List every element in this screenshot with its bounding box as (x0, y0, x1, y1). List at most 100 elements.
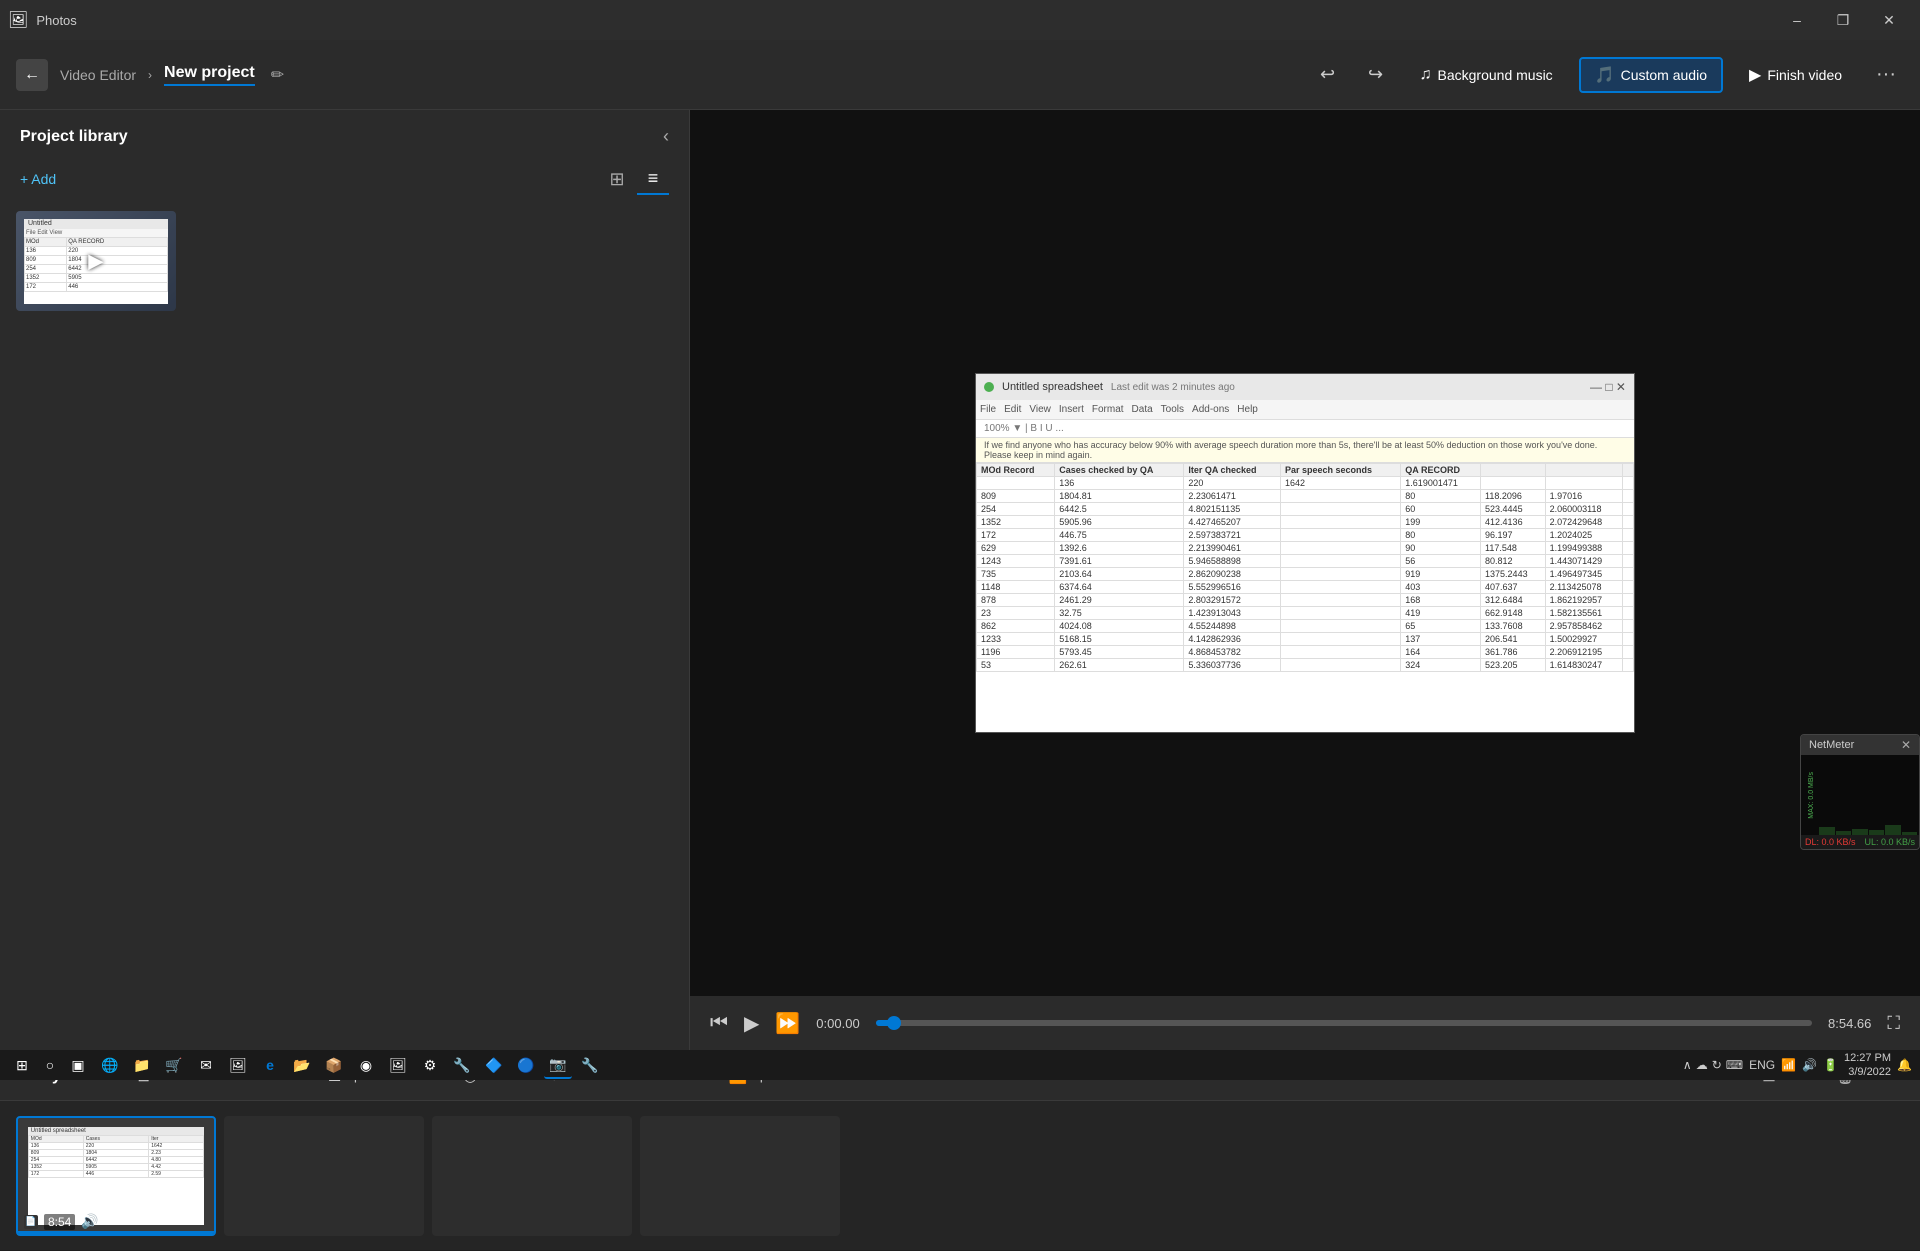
help-menu: Help (1237, 404, 1258, 415)
end-time-display: 8:54.66 (1828, 1016, 1871, 1031)
clip-progress-bar (18, 1231, 214, 1234)
spreadsheet-titlebar: Untitled spreadsheet Last edit was 2 min… (976, 374, 1634, 400)
start-button[interactable]: ⊞ (8, 1051, 36, 1079)
photos-button[interactable]: 🖼 (224, 1051, 252, 1079)
table-row: 8624024.084.5524489865133.76082.95785846… (977, 620, 1634, 633)
keyboard-icon[interactable]: ⌨ (1726, 1058, 1743, 1072)
insert-menu: Insert (1059, 404, 1084, 415)
minimize-button[interactable]: – (1774, 0, 1820, 40)
project-name-label[interactable]: New project (164, 64, 255, 86)
taskview-button[interactable]: ▣ (64, 1051, 92, 1079)
gallery-button[interactable]: 🖼 (384, 1051, 412, 1079)
edit-project-name-icon[interactable]: ✏ (271, 65, 284, 85)
title-bar-controls: – ❐ ✕ (1774, 0, 1912, 40)
search-button[interactable]: ○ (36, 1051, 64, 1079)
fullscreen-button[interactable]: ⛶ (1887, 1013, 1900, 1034)
redo-button[interactable]: ↪ (1358, 57, 1394, 93)
title-bar-left: 🖼 Photos (8, 10, 77, 30)
ss-window-controls: — □ ✕ (1590, 380, 1626, 394)
battery-icon[interactable]: 🔋 (1823, 1058, 1838, 1072)
clock[interactable]: 12:27 PM 3/9/2022 (1844, 1051, 1891, 1080)
project-library-panel: Project library ‹ + Add ⊞ ≡ Untitled Fil… (0, 110, 690, 1050)
system-tray-expand[interactable]: ∧ (1683, 1058, 1692, 1072)
notification-button[interactable]: 🔔 (1897, 1058, 1912, 1072)
data-menu: Data (1132, 404, 1153, 415)
clip-info: 📄 8:54 🔊 (24, 1213, 99, 1230)
restore-button[interactable]: ❐ (1820, 0, 1866, 40)
table-row: 13622016421.619001471 (977, 477, 1634, 490)
photos-active-button[interactable]: 📷 (544, 1051, 572, 1079)
dev-tools-button[interactable]: 🔧 (448, 1051, 476, 1079)
ext-button-3[interactable]: 🔧 (576, 1051, 604, 1079)
ext-button-1[interactable]: 🔷 (480, 1051, 508, 1079)
custom-audio-icon: 🎵 (1595, 65, 1615, 85)
dropbox-button[interactable]: 📦 (320, 1051, 348, 1079)
chrome-button[interactable]: ◉ (352, 1051, 380, 1079)
explorer-button[interactable]: 📁 (128, 1051, 156, 1079)
settings-button[interactable]: ⚙ (416, 1051, 444, 1079)
sheets-icon (984, 382, 994, 392)
fast-forward-button[interactable]: ⏩ (775, 1011, 800, 1036)
library-toolbar: + Add ⊞ ≡ (0, 155, 689, 203)
close-button[interactable]: ✕ (1866, 0, 1912, 40)
table-row: 11486374.645.552996516403407.6372.113425… (977, 581, 1634, 594)
widgets-button[interactable]: 🌐 (96, 1051, 124, 1079)
finish-video-label: Finish video (1767, 67, 1842, 83)
video-preview-area: Untitled spreadsheet Last edit was 2 min… (690, 110, 1920, 996)
netmeter-graph: MAX: 0.0 MB/s (1801, 755, 1919, 835)
table-row: 53262.615.336037736324523.2051.614830247 (977, 659, 1634, 672)
time-display: 12:27 PM (1844, 1051, 1891, 1065)
volume-icon[interactable]: 🔊 (1802, 1058, 1817, 1072)
background-music-button[interactable]: ♫ Background music (1406, 60, 1567, 90)
language-indicator[interactable]: ENG (1749, 1058, 1775, 1072)
spreadsheet-grid: MOd Record Cases checked by QA Iter QA c… (976, 463, 1634, 672)
table-row: 7352103.642.8620902389191375.24431.49649… (977, 568, 1634, 581)
netmeter-y-label: MAX: 0.0 MB/s (1808, 772, 1815, 819)
app-icon: 🖼 (8, 10, 28, 30)
header-par: Par speech seconds (1281, 464, 1401, 477)
data-table: MOd Record Cases checked by QA Iter QA c… (976, 463, 1634, 672)
storyboard-empty-slot-2 (432, 1116, 632, 1236)
file-menu: File (980, 404, 996, 415)
back-button[interactable]: ← (16, 59, 48, 91)
sync-icon[interactable]: ↻ (1712, 1058, 1722, 1072)
preview-panel: Untitled spreadsheet Last edit was 2 min… (690, 110, 1920, 1050)
system-tray: ∧ ☁ ↻ ⌨ (1683, 1058, 1743, 1072)
store-button[interactable]: 🛒 (160, 1051, 188, 1079)
progress-bar[interactable] (876, 1020, 1812, 1026)
netmeter-download: DL: 0.0 KB/s (1805, 837, 1856, 847)
date-display: 3/9/2022 (1844, 1065, 1891, 1079)
teams-button[interactable]: ✉ (192, 1051, 220, 1079)
library-items: Untitled File Edit View MOdQA RECORD 136… (0, 203, 689, 319)
netmeter-widget: NetMeter ✕ MAX: 0.0 MB/s DL: 0.0 KB/s UL… (1800, 734, 1920, 850)
undo-button[interactable]: ↩ (1310, 57, 1346, 93)
header-qa-record: QA RECORD (1401, 464, 1481, 477)
rewind-button[interactable]: ⏮ (710, 1012, 728, 1035)
finish-video-button[interactable]: ▶ Finish video (1735, 59, 1856, 91)
add-media-button[interactable]: + Add (20, 171, 56, 187)
spreadsheet-menu-bar: File Edit View Insert Format Data Tools … (976, 400, 1634, 420)
more-options-button[interactable]: ··· (1868, 59, 1904, 90)
play-button[interactable]: ▶ (744, 1011, 759, 1036)
spreadsheet-title: Untitled spreadsheet (1002, 381, 1103, 393)
collapse-panel-button[interactable]: ‹ (663, 126, 669, 147)
finish-video-icon: ▶ (1749, 65, 1761, 85)
edge-button[interactable]: e (256, 1051, 284, 1079)
files-button[interactable]: 📂 (288, 1051, 316, 1079)
library-item[interactable]: Untitled File Edit View MOdQA RECORD 136… (16, 211, 176, 311)
netmeter-close-button[interactable]: ✕ (1901, 738, 1911, 752)
header-iter: Iter QA checked (1184, 464, 1281, 477)
ext-button-2[interactable]: 🔵 (512, 1051, 540, 1079)
title-bar-app-name: Photos (36, 13, 76, 28)
spreadsheet-preview: Untitled spreadsheet Last edit was 2 min… (975, 373, 1635, 733)
custom-audio-button[interactable]: 🎵 Custom audio (1579, 57, 1723, 93)
cloud-icon[interactable]: ☁ (1696, 1058, 1708, 1072)
grid-view-button[interactable]: ⊞ (601, 163, 633, 195)
formula-bar: 100% ▼ | B I U ... (976, 420, 1634, 438)
storyboard-clip-1[interactable]: Untitled spreadsheet MOdCasesIter 136220… (16, 1116, 216, 1236)
background-music-label: Background music (1438, 67, 1553, 83)
title-bar: 🖼 Photos – ❐ ✕ (0, 0, 1920, 40)
list-view-button[interactable]: ≡ (637, 163, 669, 195)
wifi-icon[interactable]: 📶 (1781, 1058, 1796, 1072)
table-row: 8782461.292.803291572168312.64841.862192… (977, 594, 1634, 607)
